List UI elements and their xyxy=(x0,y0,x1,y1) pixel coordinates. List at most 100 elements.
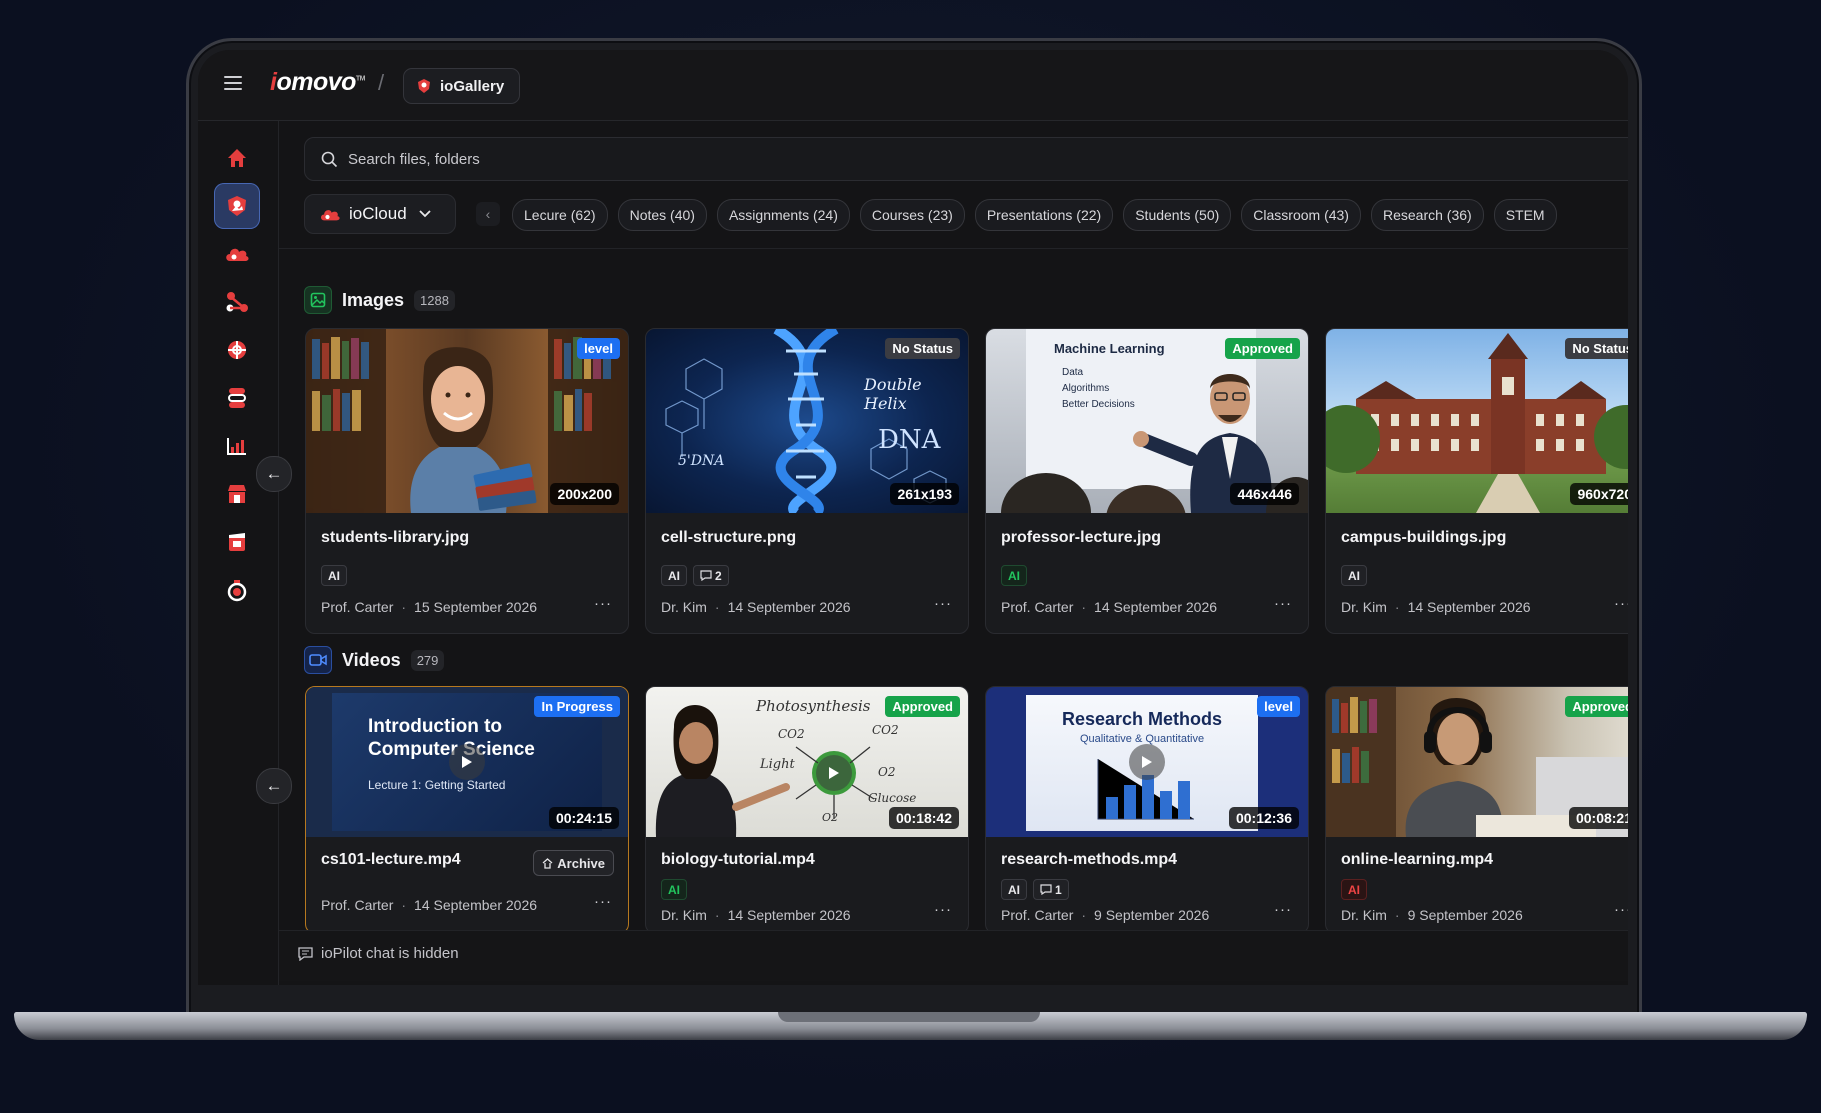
ai-tag[interactable]: AI xyxy=(1341,565,1367,586)
filter-chip[interactable]: STEM xyxy=(1493,199,1557,231)
brand-logo[interactable]: iomovoTM xyxy=(270,68,366,97)
laptop-notch xyxy=(778,1012,1040,1022)
file-meta: Prof. Carter · 9 September 2026 xyxy=(1001,907,1210,923)
file-name[interactable]: research-methods.mp4 xyxy=(1001,851,1177,869)
search-bar[interactable] xyxy=(304,137,1628,181)
tag-list: AI 2 xyxy=(661,565,729,586)
more-options-icon[interactable]: ··· xyxy=(934,595,952,612)
search-input[interactable] xyxy=(346,149,950,169)
more-options-icon[interactable]: ··· xyxy=(1614,901,1628,918)
more-options-icon[interactable]: ··· xyxy=(594,595,612,612)
slide-bullet: Data xyxy=(1062,367,1084,378)
media-icon[interactable] xyxy=(214,519,260,565)
chips-prev-button[interactable]: ‹ xyxy=(476,202,500,226)
author: Prof. Carter xyxy=(321,599,394,615)
image-card[interactable]: No Status 960x720 campus-buildings.jpg A… xyxy=(1325,328,1628,634)
author: Dr. Kim xyxy=(1341,599,1387,615)
filter-chip[interactable]: Presentations (22) xyxy=(974,199,1114,231)
file-name[interactable]: biology-tutorial.mp4 xyxy=(661,851,815,869)
workflow-icon[interactable] xyxy=(214,375,260,421)
filter-chip[interactable]: Classroom (43) xyxy=(1241,199,1361,231)
cloud-icon[interactable] xyxy=(214,231,260,277)
image-card[interactable]: level 200x200 students-library.jpg AI Pr… xyxy=(305,328,629,634)
image-thumbnail[interactable]: Double Helix DNA 5'DNA No Status 261x193 xyxy=(646,329,968,513)
filter-chip[interactable]: Courses (23) xyxy=(859,199,965,231)
video-card[interactable]: Approved 00:08:21 online-learning.mp4 AI… xyxy=(1325,686,1628,934)
ai-tag[interactable]: AI xyxy=(661,565,687,586)
filter-chip[interactable]: Notes (40) xyxy=(617,199,707,231)
duration-label: 00:24:15 xyxy=(548,807,619,829)
more-options-icon[interactable]: ··· xyxy=(594,893,612,910)
image-card[interactable]: Double Helix DNA 5'DNA No Status 261x193… xyxy=(645,328,969,634)
play-button[interactable] xyxy=(816,755,852,791)
file-name[interactable]: cell-structure.png xyxy=(661,529,796,547)
file-name[interactable]: cs101-lecture.mp4 xyxy=(321,851,461,869)
status-badge: level xyxy=(1257,696,1300,717)
video-card[interactable]: Photosynthesis CO2 CO2 Light O2 Glucose … xyxy=(645,686,969,934)
author: Dr. Kim xyxy=(661,907,707,923)
ai-tag[interactable]: AI xyxy=(1341,879,1367,900)
file-name[interactable]: online-learning.mp4 xyxy=(1341,851,1493,869)
filter-chip[interactable]: Lecure (62) xyxy=(512,199,608,231)
store-icon[interactable] xyxy=(214,471,260,517)
videos-prev-arrow[interactable]: ← xyxy=(256,768,292,804)
image-thumbnail[interactable]: No Status 960x720 xyxy=(1326,329,1628,513)
menu-icon[interactable] xyxy=(224,76,242,90)
timer-icon[interactable] xyxy=(214,567,260,613)
comments-badge[interactable]: 1 xyxy=(1033,879,1069,900)
gallery-icon[interactable] xyxy=(214,183,260,229)
file-name[interactable]: students-library.jpg xyxy=(321,529,469,547)
image-thumbnail[interactable]: level 200x200 xyxy=(306,329,628,513)
chat-toggle[interactable]: ioPilot chat is hidden xyxy=(298,945,459,962)
status-badge: No Status xyxy=(885,338,960,359)
more-options-icon[interactable]: ··· xyxy=(1614,595,1628,612)
gallery-brand-icon xyxy=(418,79,430,93)
workspace-breadcrumb[interactable]: ioGallery xyxy=(403,68,521,104)
slide-title: Research Methods xyxy=(1061,709,1223,729)
more-options-icon[interactable]: ··· xyxy=(1274,595,1292,612)
video-card[interactable]: Research Methods Qualitative & Quantitat… xyxy=(985,686,1309,934)
image-thumbnail[interactable]: Machine Learning Data Algorithms Better … xyxy=(986,329,1308,513)
date: 14 September 2026 xyxy=(727,599,851,615)
author: Prof. Carter xyxy=(1001,599,1074,615)
ai-tag[interactable]: AI xyxy=(1001,879,1027,900)
images-prev-arrow[interactable]: ← xyxy=(256,456,292,492)
home-icon[interactable] xyxy=(214,135,260,181)
ai-tag[interactable]: AI xyxy=(321,565,347,586)
filter-chip[interactable]: Students (50) xyxy=(1123,199,1232,231)
ai-tag[interactable]: AI xyxy=(661,879,687,900)
play-button[interactable] xyxy=(1129,744,1165,780)
share-icon[interactable] xyxy=(214,279,260,325)
video-thumbnail[interactable]: Introduction to Computer Science Lecture… xyxy=(306,687,628,837)
duration-label: 00:08:21 xyxy=(1568,807,1628,829)
images-section-header: Images 1288 xyxy=(304,286,455,314)
video-thumbnail[interactable]: Approved 00:08:21 xyxy=(1326,687,1628,837)
image-card[interactable]: Machine Learning Data Algorithms Better … xyxy=(985,328,1309,634)
archive-button[interactable]: Archive xyxy=(533,850,614,876)
filter-chip[interactable]: Research (36) xyxy=(1370,199,1484,231)
date: 9 September 2026 xyxy=(1094,907,1210,923)
ai-tag[interactable]: AI xyxy=(1001,565,1027,586)
filter-chips: Lecure (62) Notes (40) Assignments (24) … xyxy=(512,199,1557,231)
tag-list: AI xyxy=(1001,565,1027,586)
play-button[interactable] xyxy=(449,744,485,780)
tag-list: AI 1 xyxy=(1001,879,1069,900)
app-screen: iomovoTM / ioGallery Search files, folde… xyxy=(198,50,1628,985)
cloud-icon xyxy=(321,209,340,220)
duration-label: 00:12:36 xyxy=(1228,807,1299,829)
more-options-icon[interactable]: ··· xyxy=(1274,901,1292,918)
file-name[interactable]: campus-buildings.jpg xyxy=(1341,529,1506,547)
analytics-icon[interactable] xyxy=(214,423,260,469)
globe-icon[interactable] xyxy=(214,327,260,373)
filter-chip[interactable]: Assignments (24) xyxy=(716,199,850,231)
video-thumbnail[interactable]: Research Methods Qualitative & Quantitat… xyxy=(986,687,1308,837)
comments-badge[interactable]: 2 xyxy=(693,565,729,586)
video-card[interactable]: Introduction to Computer Science Lecture… xyxy=(305,686,629,934)
cloud-selector[interactable]: ioCloud xyxy=(304,194,456,234)
video-thumbnail[interactable]: Photosynthesis CO2 CO2 Light O2 Glucose … xyxy=(646,687,968,837)
slide-title: Machine Learning xyxy=(1054,341,1165,356)
file-meta: Prof. Carter · 14 September 2026 xyxy=(1001,599,1218,615)
tag-list: AI xyxy=(321,565,347,586)
more-options-icon[interactable]: ··· xyxy=(934,901,952,918)
file-name[interactable]: professor-lecture.jpg xyxy=(1001,529,1161,547)
